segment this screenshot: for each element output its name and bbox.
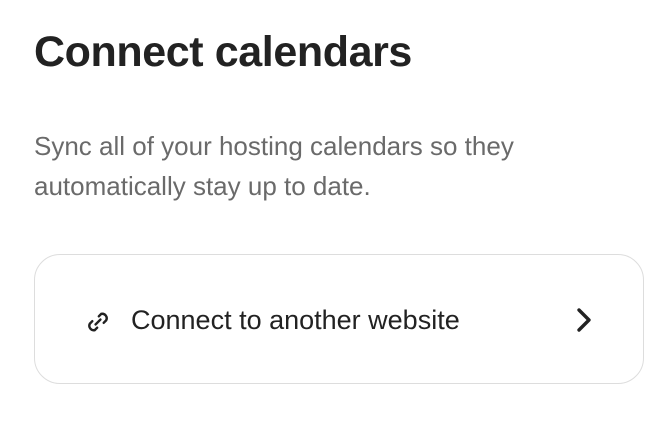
connect-calendars-page: Connect calendars Sync all of your hosti…: [0, 0, 668, 436]
link-icon: [88, 312, 108, 332]
connect-to-another-website-button[interactable]: Connect to another website: [34, 254, 644, 384]
page-title: Connect calendars: [34, 28, 412, 76]
connect-option-label: Connect to another website: [131, 305, 460, 335]
chevron-right-icon: [577, 308, 591, 332]
page-description: Sync all of your hosting calendars so th…: [34, 131, 514, 201]
